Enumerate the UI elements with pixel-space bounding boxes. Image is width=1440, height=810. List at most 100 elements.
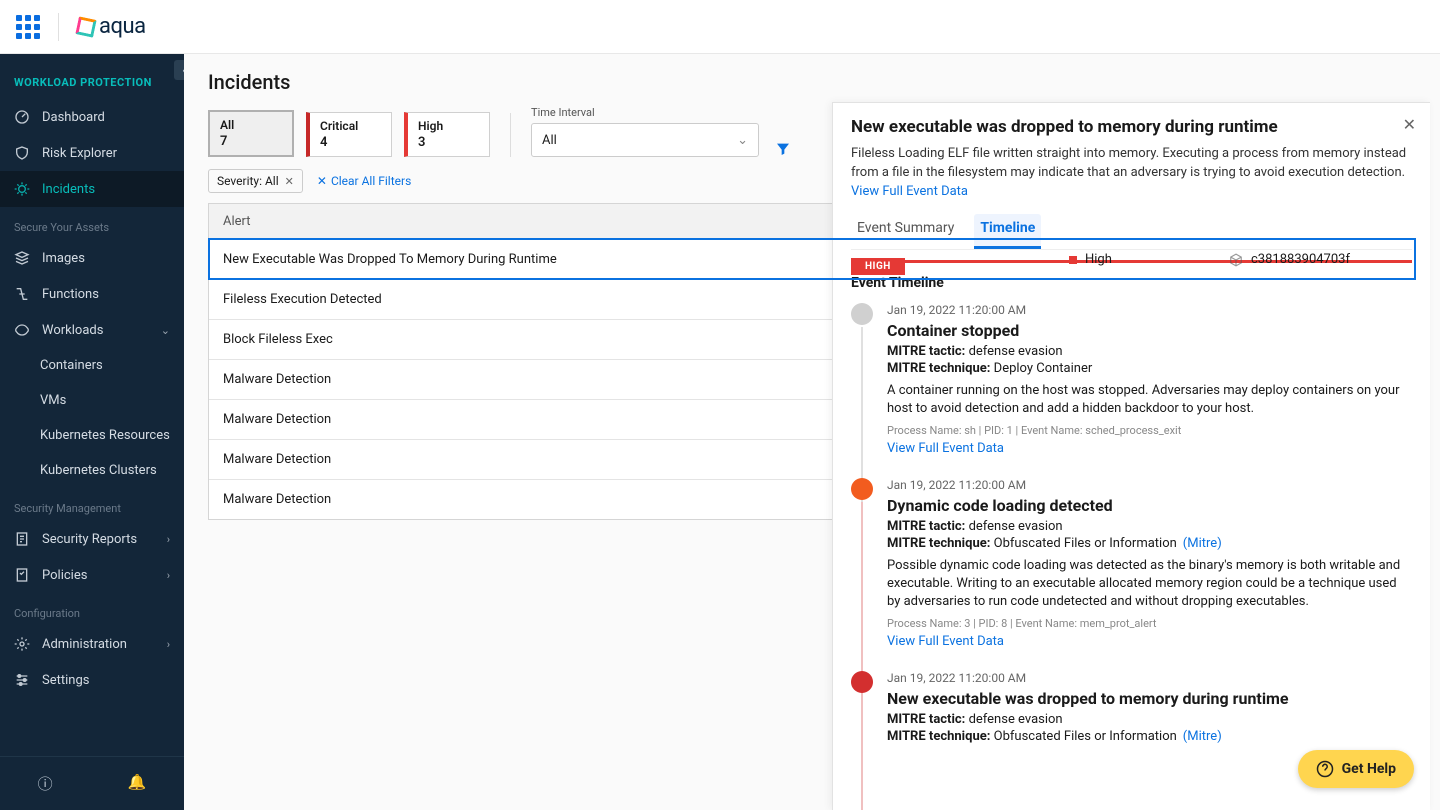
main-content: Incidents All 7 Critical 4 High 3 Time I… bbox=[184, 54, 1440, 810]
dashboard-icon bbox=[14, 109, 30, 125]
nav-incidents[interactable]: Incidents bbox=[0, 171, 184, 207]
event-time: Jan 19, 2022 11:20:00 AM bbox=[887, 478, 1406, 492]
nav-k8s-clusters[interactable]: Kubernetes Clusters bbox=[0, 453, 184, 488]
stat-value: 4 bbox=[320, 135, 381, 150]
event-title: Container stopped bbox=[887, 321, 1406, 340]
event-description: Possible dynamic code loading was detect… bbox=[887, 557, 1406, 612]
alert-text: New Executable Was Dropped To Memory Dur… bbox=[223, 252, 557, 267]
close-icon: ✕ bbox=[317, 174, 327, 188]
stat-high[interactable]: High 3 bbox=[404, 112, 490, 157]
incident-detail-panel: ✕ New executable was dropped to memory d… bbox=[832, 102, 1430, 810]
nav-k8s-resources[interactable]: Kubernetes Resources bbox=[0, 418, 184, 453]
chip-text: Severity: All bbox=[217, 174, 279, 188]
view-full-event-link[interactable]: View Full Event Data bbox=[887, 634, 1406, 649]
panel-description: Fileless Loading ELF file written straig… bbox=[851, 145, 1412, 202]
mitre-link[interactable]: (Mitre) bbox=[1183, 729, 1222, 744]
severity-dot bbox=[1069, 256, 1077, 264]
stat-value: 7 bbox=[220, 134, 282, 149]
nav-containers[interactable]: Containers bbox=[0, 348, 184, 383]
stat-value: 3 bbox=[418, 135, 479, 150]
nav-label: Incidents bbox=[42, 182, 95, 197]
bell-icon[interactable]: 🔔 bbox=[128, 773, 147, 794]
mitre-technique: MITRE technique: Deploy Container bbox=[887, 361, 1406, 376]
get-help-label: Get Help bbox=[1342, 761, 1396, 777]
page-title: Incidents bbox=[184, 54, 1440, 106]
report-icon bbox=[14, 531, 30, 547]
gear-icon bbox=[14, 636, 30, 652]
sidebar-section-header: WORKLOAD PROTECTION bbox=[0, 64, 184, 99]
stat-critical[interactable]: Critical 4 bbox=[306, 112, 392, 157]
mitre-technique: MITRE technique: Obfuscated Files or Inf… bbox=[887, 536, 1406, 551]
stat-all[interactable]: All 7 bbox=[208, 110, 294, 157]
policy-icon bbox=[14, 567, 30, 583]
nav-label: Settings bbox=[42, 673, 89, 688]
chip-remove-icon[interactable]: ✕ bbox=[285, 175, 294, 188]
timeline-item: Jan 19, 2022 11:20:00 AM Container stopp… bbox=[851, 303, 1406, 456]
nav-label: Risk Explorer bbox=[42, 146, 117, 161]
section-assets: Secure Your Assets bbox=[0, 207, 184, 240]
nav-label: Containers bbox=[40, 358, 103, 373]
get-help-button[interactable]: Get Help bbox=[1298, 750, 1414, 788]
mitre-link[interactable]: (Mitre) bbox=[1183, 536, 1222, 551]
apps-grid-icon[interactable] bbox=[16, 15, 40, 39]
event-timeline[interactable]: Jan 19, 2022 11:20:00 AM Container stopp… bbox=[851, 303, 1412, 810]
nav-label: Kubernetes Clusters bbox=[40, 463, 157, 478]
mitre-technique: MITRE technique: Obfuscated Files or Inf… bbox=[887, 729, 1406, 744]
mitre-tactic: MITRE tactic: defense evasion bbox=[887, 344, 1406, 359]
chevron-right-icon: › bbox=[167, 533, 170, 546]
time-interval-select[interactable]: All ⌄ bbox=[531, 123, 759, 157]
nav-images[interactable]: Images bbox=[0, 240, 184, 276]
mitre-tactic: MITRE tactic: defense evasion bbox=[887, 519, 1406, 534]
nav-label: Administration bbox=[42, 637, 127, 652]
chevron-right-icon: › bbox=[167, 638, 170, 651]
event-time: Jan 19, 2022 11:20:00 AM bbox=[887, 671, 1406, 685]
clear-filters-link[interactable]: ✕ Clear All Filters bbox=[317, 174, 411, 188]
view-full-event-link[interactable]: View Full Event Data bbox=[887, 441, 1406, 456]
timeline-item: Jan 19, 2022 11:20:00 AM Dynamic code lo… bbox=[851, 478, 1406, 650]
source-text: c381883904703f bbox=[1251, 252, 1350, 267]
timeline-item: Jan 19, 2022 11:20:00 AM New executable … bbox=[851, 671, 1406, 746]
nav-vms[interactable]: VMs bbox=[0, 383, 184, 418]
nav-policies[interactable]: Policies › bbox=[0, 557, 184, 593]
nav-workloads[interactable]: Workloads ⌄ bbox=[0, 312, 184, 348]
table-row[interactable]: New Executable Was Dropped To Memory Dur… bbox=[209, 239, 1415, 279]
nav-administration[interactable]: Administration › bbox=[0, 626, 184, 662]
event-description: A container running on the host was stop… bbox=[887, 382, 1406, 418]
bug-icon bbox=[14, 181, 30, 197]
alert-text: Malware Detection bbox=[223, 452, 331, 467]
alert-text: Malware Detection bbox=[223, 372, 331, 387]
close-icon[interactable]: ✕ bbox=[1403, 115, 1416, 134]
chevron-right-icon: › bbox=[167, 569, 170, 582]
nav-label: Images bbox=[42, 251, 85, 266]
nav-functions[interactable]: Functions bbox=[0, 276, 184, 312]
shield-icon bbox=[14, 145, 30, 161]
filter-chip-severity[interactable]: Severity: All ✕ bbox=[208, 169, 303, 193]
nav-settings[interactable]: Settings bbox=[0, 662, 184, 698]
workload-icon bbox=[14, 322, 30, 338]
nav-label: Workloads bbox=[42, 323, 103, 338]
divider bbox=[510, 113, 511, 157]
nav-label: Functions bbox=[42, 287, 99, 302]
chevron-down-icon: ⌄ bbox=[161, 324, 170, 337]
event-process-info: Process Name: 3 | PID: 8 | Event Name: m… bbox=[887, 617, 1406, 630]
nav-security-reports[interactable]: Security Reports › bbox=[0, 521, 184, 557]
section-config: Configuration bbox=[0, 593, 184, 626]
nav-label: Policies bbox=[42, 568, 87, 583]
info-icon[interactable]: ⓘ bbox=[38, 773, 53, 794]
function-icon bbox=[14, 286, 30, 302]
sliders-icon bbox=[14, 672, 30, 688]
brand-name: aqua bbox=[99, 14, 146, 39]
mitre-tactic: MITRE tactic: defense evasion bbox=[887, 712, 1406, 727]
stat-label: All bbox=[220, 118, 282, 132]
alert-text: Malware Detection bbox=[223, 492, 331, 507]
nav-dashboard[interactable]: Dashboard bbox=[0, 99, 184, 135]
view-full-event-link[interactable]: View Full Event Data bbox=[851, 184, 968, 199]
stat-label: High bbox=[418, 119, 479, 133]
timeline-dot bbox=[851, 478, 873, 500]
filter-icon[interactable] bbox=[775, 141, 791, 157]
layers-icon bbox=[14, 250, 30, 266]
nav-risk-explorer[interactable]: Risk Explorer bbox=[0, 135, 184, 171]
event-title: New executable was dropped to memory dur… bbox=[887, 689, 1406, 708]
brand-logo: aqua bbox=[77, 17, 146, 37]
panel-title: New executable was dropped to memory dur… bbox=[851, 117, 1412, 137]
